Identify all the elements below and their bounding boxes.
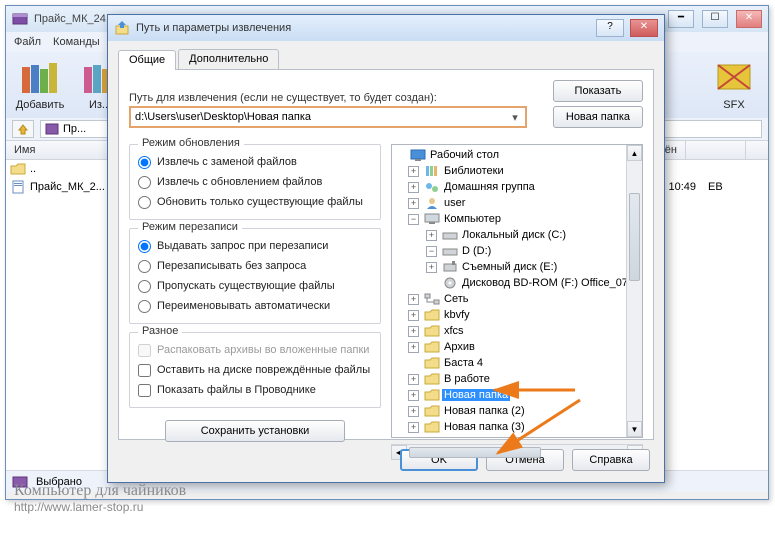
folder-icon bbox=[424, 308, 440, 322]
expander-icon[interactable]: − bbox=[408, 214, 419, 225]
close-button[interactable]: ✕ bbox=[736, 10, 762, 28]
save-settings-button[interactable]: Сохранить установки bbox=[165, 420, 345, 442]
overwrite-mode-group: Режим перезаписи Выдавать запрос при пер… bbox=[129, 228, 381, 324]
check-show-explorer[interactable]: Показать файлы в Проводнике bbox=[138, 381, 372, 399]
horizontal-scrollbar[interactable]: ◀ ▶ bbox=[391, 444, 643, 460]
tree-selected-label: Новая папка bbox=[442, 389, 510, 401]
expander-icon[interactable]: + bbox=[426, 262, 437, 273]
scroll-down-icon[interactable]: ▼ bbox=[627, 421, 642, 437]
check-keep-broken[interactable]: Оставить на диске повреждённые файлы bbox=[138, 361, 372, 379]
scroll-up-icon[interactable]: ▲ bbox=[627, 145, 642, 161]
expander-icon[interactable]: + bbox=[408, 406, 419, 417]
folder-icon bbox=[424, 356, 440, 370]
dialog-close-button[interactable]: ✕ bbox=[630, 19, 658, 37]
update-mode-group: Режим обновления Извлечь с заменой файло… bbox=[129, 144, 381, 220]
folder-icon bbox=[424, 372, 440, 386]
expander-icon[interactable]: + bbox=[408, 422, 419, 433]
dialog-titlebar[interactable]: Путь и параметры извлечения ? ✕ bbox=[108, 15, 664, 41]
radio-rename[interactable]: Переименовывать автоматически bbox=[138, 297, 372, 315]
expander-icon[interactable]: − bbox=[426, 246, 437, 257]
expander-icon[interactable]: + bbox=[408, 198, 419, 209]
drive-icon bbox=[442, 228, 458, 242]
radio-freshen[interactable]: Обновить только существующие файлы bbox=[138, 193, 372, 211]
folder-icon bbox=[424, 340, 440, 354]
path-label: Путь для извлечения (если не существует,… bbox=[129, 92, 545, 104]
new-folder-button[interactable]: Новая папка bbox=[553, 106, 643, 128]
minimize-button[interactable]: ━ bbox=[668, 10, 694, 28]
extraction-dialog: Путь и параметры извлечения ? ✕ Общие До… bbox=[107, 14, 665, 483]
up-button[interactable] bbox=[12, 120, 34, 138]
radio-extract-replace[interactable]: Извлечь с заменой файлов bbox=[138, 153, 372, 171]
scroll-thumb[interactable] bbox=[629, 193, 640, 281]
folder-icon bbox=[424, 388, 440, 402]
network-icon bbox=[424, 292, 440, 306]
radio-extract-update[interactable]: Извлечь с обновлением файлов bbox=[138, 173, 372, 191]
chevron-down-icon[interactable]: ▾ bbox=[507, 109, 523, 125]
show-button[interactable]: Показать bbox=[553, 80, 643, 102]
menu-file[interactable]: Файл bbox=[14, 36, 41, 48]
tabs: Общие Дополнительно bbox=[118, 49, 654, 70]
desktop-icon bbox=[410, 148, 426, 162]
expander-icon[interactable]: + bbox=[408, 310, 419, 321]
sfx-icon bbox=[714, 61, 754, 97]
drive-icon bbox=[442, 244, 458, 258]
folder-icon bbox=[424, 324, 440, 338]
radio-skip[interactable]: Пропускать существующие файлы bbox=[138, 277, 372, 295]
check-subfolders: Распаковать архивы во вложенные папки bbox=[138, 341, 372, 359]
dvd-icon bbox=[442, 276, 458, 290]
watermark: Компьютер для чайников http://www.lamer-… bbox=[14, 482, 186, 514]
expander-icon[interactable]: + bbox=[408, 166, 419, 177]
expander-icon[interactable]: + bbox=[408, 390, 419, 401]
folder-tree[interactable]: Рабочий стол +Библиотеки +Домашняя групп… bbox=[391, 144, 643, 438]
expander-icon[interactable]: + bbox=[408, 294, 419, 305]
books-icon bbox=[20, 61, 60, 97]
misc-group: Разное Распаковать архивы во вложенные п… bbox=[129, 332, 381, 408]
expander-icon[interactable]: + bbox=[408, 182, 419, 193]
computer-icon bbox=[424, 212, 440, 226]
col-type[interactable] bbox=[686, 141, 746, 159]
rar-icon bbox=[45, 123, 59, 135]
expander-icon[interactable]: + bbox=[408, 374, 419, 385]
folder-up-icon bbox=[10, 162, 26, 176]
expander-icon[interactable]: + bbox=[408, 326, 419, 337]
folder-icon bbox=[424, 404, 440, 418]
vertical-scrollbar[interactable]: ▲ ▼ bbox=[626, 145, 642, 437]
user-icon bbox=[424, 196, 440, 210]
toolbar-add[interactable]: Добавить bbox=[12, 56, 68, 114]
tab-advanced[interactable]: Дополнительно bbox=[178, 49, 279, 69]
path-combo[interactable]: d:\Users\user\Desktop\Новая папка ▾ bbox=[129, 106, 527, 128]
dialog-title-text: Путь и параметры извлечения bbox=[136, 22, 590, 34]
winrar-icon bbox=[12, 11, 28, 27]
menu-commands[interactable]: Команды bbox=[53, 36, 100, 48]
library-icon bbox=[424, 164, 440, 178]
path-value: d:\Users\user\Desktop\Новая папка bbox=[135, 111, 311, 123]
toolbar-sfx[interactable]: SFX bbox=[706, 56, 762, 114]
doc-icon bbox=[10, 180, 26, 194]
tab-general[interactable]: Общие bbox=[118, 50, 176, 70]
dialog-icon bbox=[114, 20, 130, 36]
radio-ask[interactable]: Выдавать запрос при перезаписи bbox=[138, 237, 372, 255]
maximize-button[interactable]: ☐ bbox=[702, 10, 728, 28]
scroll-thumb[interactable] bbox=[409, 447, 541, 458]
homegroup-icon bbox=[424, 180, 440, 194]
removable-icon bbox=[442, 260, 458, 274]
expander-icon[interactable]: + bbox=[408, 342, 419, 353]
dialog-help-button[interactable]: ? bbox=[596, 19, 624, 37]
folder-icon bbox=[424, 420, 440, 434]
expander-icon[interactable]: + bbox=[426, 230, 437, 241]
radio-overwrite[interactable]: Перезаписывать без запроса bbox=[138, 257, 372, 275]
